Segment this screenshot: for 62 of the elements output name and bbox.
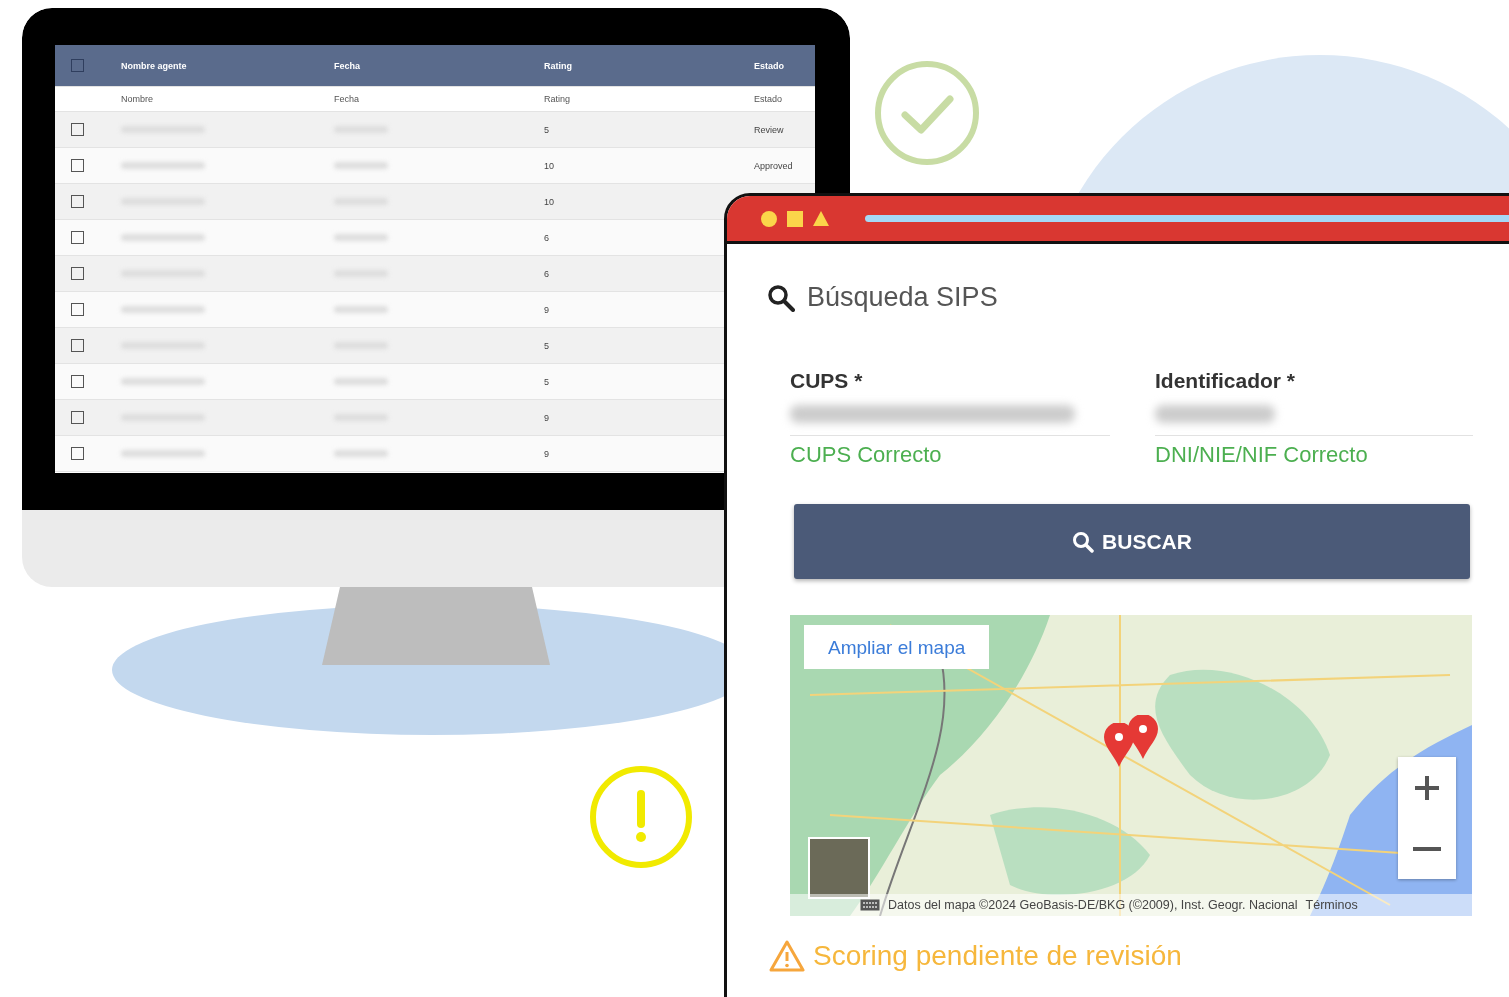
- row-checkbox[interactable]: [70, 339, 84, 352]
- table-cell-text: 10: [543, 160, 555, 171]
- keyboard-icon[interactable]: [860, 899, 880, 911]
- table-cell-text: 5: [543, 340, 550, 351]
- search-icon: [1072, 530, 1095, 553]
- check-circle-icon: [873, 59, 981, 167]
- table-cell-text: Approved: [753, 160, 794, 171]
- table-cell-text: 5: [543, 124, 550, 135]
- square-icon: [787, 210, 803, 227]
- redacted-text: [334, 162, 388, 169]
- row-checkbox[interactable]: [70, 123, 84, 136]
- triangle-icon: [813, 211, 829, 226]
- column-header[interactable]: Rating: [522, 60, 732, 71]
- row-checkbox[interactable]: [70, 411, 84, 424]
- table-cell-text: Review: [753, 124, 785, 135]
- redacted-text: [334, 450, 388, 457]
- table-cell-text: 6: [543, 232, 550, 243]
- warning-message: Scoring pendiente de revisión: [813, 940, 1182, 972]
- zoom-in-button[interactable]: [1398, 757, 1456, 818]
- redacted-text: [334, 378, 388, 385]
- minus-icon: [1413, 845, 1441, 852]
- row-checkbox[interactable]: [70, 159, 84, 172]
- circle-icon: [761, 210, 777, 227]
- column-header[interactable]: Estado: [732, 60, 815, 71]
- field-label: Identificador *: [1155, 369, 1297, 393]
- field-label: CUPS *: [790, 369, 864, 393]
- search-button[interactable]: BUSCAR: [794, 504, 1470, 579]
- filter-label: Nombre: [120, 94, 154, 104]
- table-cell-text: 9: [543, 448, 550, 459]
- row-checkbox[interactable]: [70, 231, 84, 244]
- page-title: Búsqueda SIPS: [807, 282, 998, 313]
- table-cell-text: 5: [543, 376, 550, 387]
- filter-label: Fecha: [333, 94, 360, 104]
- map-pin-icon[interactable]: [1128, 715, 1158, 759]
- row-checkbox[interactable]: [70, 375, 84, 388]
- expand-map-link[interactable]: Ampliar el mapa: [804, 625, 990, 669]
- exclamation-circle-icon: [588, 764, 694, 870]
- warning-icon: [769, 940, 805, 972]
- row-checkbox[interactable]: [70, 195, 84, 208]
- select-all-checkbox[interactable]: [70, 59, 84, 72]
- terms-link[interactable]: Términos: [1305, 898, 1358, 912]
- row-checkbox[interactable]: [70, 303, 84, 316]
- row-checkbox[interactable]: [70, 267, 84, 280]
- redacted-text: [334, 234, 388, 241]
- filter-label: Estado: [753, 94, 784, 104]
- table-cell-text: 6: [543, 268, 550, 279]
- map[interactable]: Ampliar el mapa Datos del mapa ©2024 GeoBasis-DE/BKG (©2009), Inst. Geogr. Nacional Términos: [790, 615, 1472, 916]
- helper-text: CUPS Correcto: [790, 442, 943, 468]
- column-header[interactable]: Fecha: [312, 60, 522, 71]
- plus-icon: [1413, 773, 1441, 802]
- table-cell-text: 9: [543, 304, 550, 315]
- table-cell-text: 9: [543, 412, 550, 423]
- table-cell-text: 10: [543, 196, 555, 207]
- helper-text: DNI/NIE/NIF Correcto: [1155, 442, 1369, 468]
- map-attribution: Datos del mapa ©2024 GeoBasis-DE/BKG (©2009), Inst. Geogr. Nacional: [888, 898, 1298, 912]
- redacted-text: [334, 306, 388, 313]
- column-header[interactable]: Nombre agente: [99, 60, 312, 71]
- filter-label: Rating: [543, 94, 571, 104]
- search-icon: [767, 283, 795, 312]
- satellite-thumbnail[interactable]: [808, 837, 870, 899]
- zoom-out-button[interactable]: [1398, 818, 1456, 879]
- row-checkbox[interactable]: [70, 447, 84, 460]
